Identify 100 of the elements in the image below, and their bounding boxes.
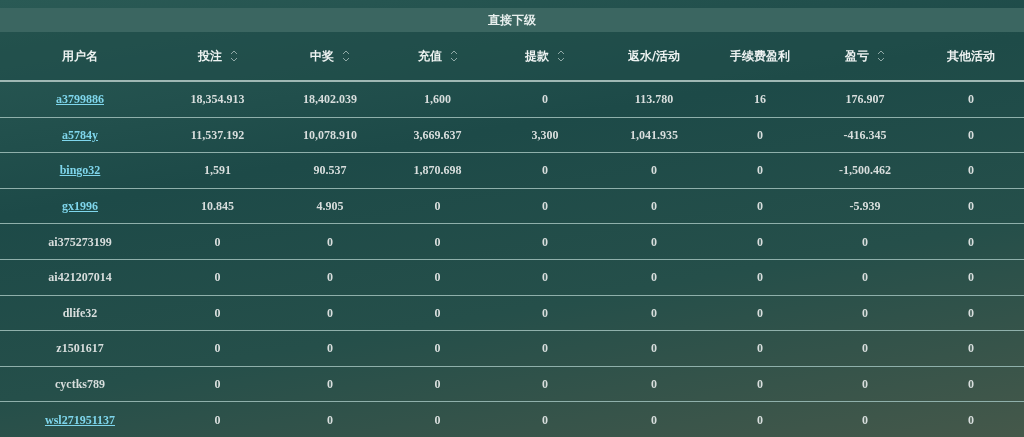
table-cell-text: 0 (757, 233, 763, 251)
table-cell-text: 0 (434, 233, 441, 251)
table-cell-text: 18,402.039 (303, 91, 357, 109)
column-header[interactable]: 充值 (417, 47, 458, 65)
username-link[interactable]: gx1996 (62, 197, 98, 216)
table-cell-text: 0 (757, 269, 763, 287)
column-header[interactable]: 盈亏 (845, 47, 885, 65)
table-cell-text: 0 (651, 233, 657, 251)
table-cell-text: 16 (754, 91, 766, 109)
table-cell-text: 1,041.935 (630, 126, 678, 144)
table-cell-text: 3,669.637 (413, 126, 462, 144)
table-cell-text: 0 (757, 304, 763, 322)
table-cell-text: -5.939 (849, 198, 881, 216)
table-cell-text: 0 (214, 340, 221, 358)
column-header[interactable]: 中奖 (310, 47, 350, 65)
column-header: 用户名 (62, 48, 98, 65)
table-cell-text: -416.345 (843, 126, 887, 144)
username-text: cyctks789 (55, 376, 105, 394)
table-cell-text: 0 (651, 304, 657, 322)
table-cell-text: 0 (542, 269, 548, 287)
table-cell-text: 0 (968, 198, 974, 216)
table-cell-text: 10.845 (201, 198, 234, 216)
table-cell-text: 0 (327, 304, 333, 322)
table-cell-text: 0 (542, 233, 548, 251)
table-cell-text: 0 (862, 269, 868, 287)
sort-icon[interactable] (557, 49, 565, 63)
table-cell-text: 113.780 (634, 91, 674, 109)
table-cell-text: 0 (542, 198, 548, 216)
table-cell-text: -1,500.462 (839, 162, 891, 180)
username-text: dlife32 (62, 304, 98, 322)
table-cell-text: 0 (968, 126, 974, 144)
sort-icon[interactable] (449, 49, 458, 63)
table-cell-text: 0 (862, 411, 868, 429)
table-cell-text: 0 (327, 411, 333, 429)
table-cell-text: 0 (542, 340, 548, 358)
table-cell-text: 0 (214, 376, 221, 394)
username-text: ai421207014 (48, 269, 112, 287)
table-cell-text: 0 (327, 233, 333, 251)
table-cell-text: 0 (214, 304, 221, 322)
table-cell-text: 0 (651, 198, 657, 216)
table-cell-text: 0 (968, 233, 974, 251)
table-cell-text: 0 (862, 233, 868, 251)
table-cell-text: 0 (434, 304, 441, 322)
username-link[interactable]: bingo32 (59, 161, 101, 180)
table-cell-text: 3,300 (531, 126, 559, 144)
username-link[interactable]: wsl271951137 (45, 410, 115, 429)
table-cell-text: 0 (968, 411, 974, 429)
table-cell-text: 1,591 (204, 162, 231, 180)
table-cell-text: 1,870.698 (413, 162, 462, 180)
table-cell-text: 0 (651, 340, 657, 358)
table-cell-text: 176.907 (845, 91, 885, 109)
sort-icon[interactable] (877, 49, 885, 63)
table-cell-text: 0 (968, 376, 974, 394)
table-cell-text: 0 (651, 376, 657, 394)
table-cell-text: 0 (862, 376, 868, 394)
table-cell-text: 0 (214, 233, 221, 251)
table-cell-text: 0 (542, 376, 548, 394)
table-cell-text: 0 (434, 269, 441, 287)
table-cell-text: 0 (434, 340, 441, 358)
table-cell-text: 18,354.913 (190, 91, 245, 109)
table-cell-text: 0 (862, 340, 868, 358)
table-cell-text: 0 (757, 376, 763, 394)
table-cell-text: 0 (542, 91, 548, 109)
table-cell-text: 0 (214, 411, 221, 429)
table-cell-text: 0 (542, 411, 548, 429)
table-cell-text: 0 (651, 269, 657, 287)
column-header: 返水/活动 (627, 48, 681, 65)
table-cell-text: 0 (968, 162, 974, 180)
table-cell-text: 0 (327, 269, 333, 287)
table-cell-text: 0 (862, 304, 868, 322)
table-cell-text: 0 (651, 411, 657, 429)
table-cell-text: 11,537.192 (190, 126, 245, 144)
table-cell-text: 0 (968, 304, 974, 322)
table-cell-text: 0 (542, 304, 548, 322)
table-cell-text: 0 (434, 376, 441, 394)
table-cell-text: 0 (757, 162, 763, 180)
table-cell-text: 0 (214, 269, 221, 287)
username-link[interactable]: a5784y (62, 125, 98, 144)
column-header[interactable]: 提款 (525, 47, 565, 65)
table-title: 直接下级 (488, 12, 536, 29)
table-cell-text: 0 (757, 198, 763, 216)
sort-icon[interactable] (342, 49, 350, 63)
table-cell-text: 0 (968, 340, 974, 358)
table-cell-text: 10,078.910 (303, 126, 357, 144)
table-cell-text: 0 (757, 126, 763, 144)
username-link[interactable]: a3799886 (56, 90, 104, 109)
table-cell-text: 0 (757, 411, 763, 429)
table-cell-text: 0 (757, 340, 763, 358)
table-cell-text: 90.537 (313, 162, 347, 180)
column-header: 手续费盈利 (730, 48, 790, 65)
table-cell-text: 0 (434, 198, 441, 216)
column-header[interactable]: 投注 (197, 47, 238, 65)
table-cell-text: 0 (968, 269, 974, 287)
username-text: ai375273199 (48, 233, 112, 251)
table-cell-text: 0 (327, 340, 333, 358)
table-cell-text: 0 (327, 376, 333, 394)
table-cell-text: 0 (542, 162, 548, 180)
table-cell-text: 4.905 (316, 198, 344, 216)
sort-icon[interactable] (229, 49, 238, 63)
table-cell-text: 0 (651, 162, 657, 180)
